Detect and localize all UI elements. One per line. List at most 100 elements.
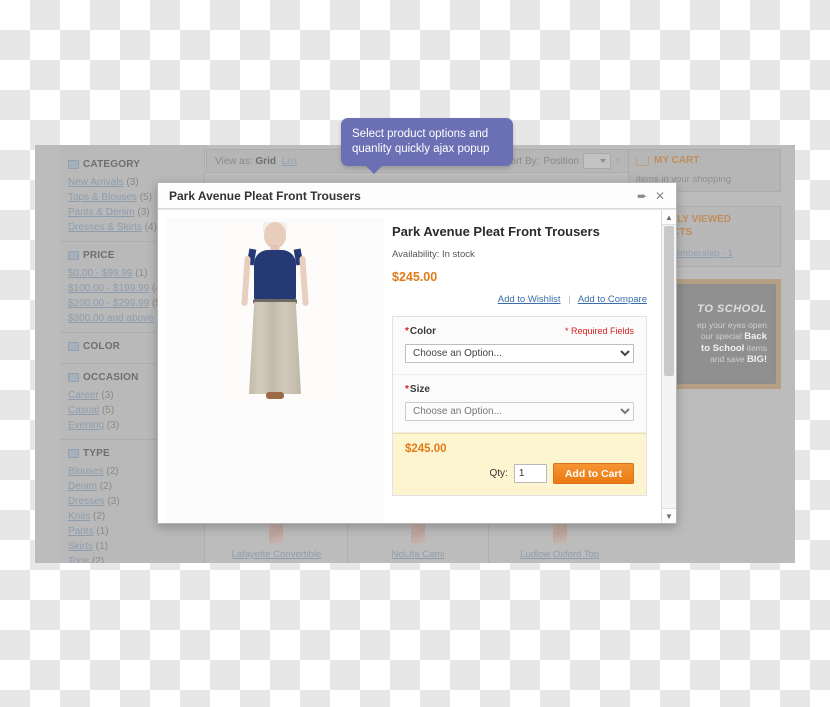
banner-line-1: ep your eyes open: [697, 319, 767, 330]
sort-by-control: Sort By: Position ↑: [504, 153, 621, 169]
size-label: *Size: [405, 384, 430, 395]
color-select[interactable]: Choose an Option...: [405, 344, 634, 363]
filter-option[interactable]: Skirts (1): [68, 539, 196, 554]
filter-option[interactable]: Pants (1): [68, 524, 196, 539]
filter-link[interactable]: Blouses: [68, 466, 104, 477]
banner-content: TO SCHOOL ep your eyes open our special …: [669, 287, 773, 381]
add-to-cart-bar: $245.00 Qty: Add to Cart: [393, 433, 646, 495]
filter-count: (3): [107, 496, 120, 507]
filter-title: TYPE: [83, 448, 110, 459]
filter-block-icon: [68, 373, 79, 382]
filter-link[interactable]: Career: [68, 390, 99, 401]
back-to-school-banner[interactable]: TO SCHOOL ep your eyes open our special …: [661, 279, 781, 389]
add-to-cart-button[interactable]: Add to Cart: [552, 463, 634, 484]
filter-count: (3): [126, 177, 139, 188]
model-arm-right: [299, 255, 309, 307]
product-options-box: *Color * Required Fields Choose an Optio…: [392, 316, 647, 496]
modal-scrollbar[interactable]: ▲ ▼: [661, 210, 676, 523]
option-row-size: *Size Choose an Option...: [393, 375, 646, 433]
product-name[interactable]: Ludlow Oxford Top: [520, 549, 599, 560]
filter-link[interactable]: Dresses & Skirts: [68, 222, 142, 233]
color-label-text: Color: [409, 326, 437, 337]
modal-titlebar[interactable]: Park Avenue Pleat Front Trousers ➨ ✕: [158, 183, 676, 209]
size-select[interactable]: Choose an Option...: [405, 402, 634, 421]
filter-title: PRICE: [83, 250, 115, 261]
modal-title: Park Avenue Pleat Front Trousers: [169, 188, 361, 203]
sort-direction-icon[interactable]: ↑: [615, 155, 621, 167]
banner-headline: TO SCHOOL: [697, 302, 767, 315]
model-trousers: [249, 302, 301, 394]
filter-block-icon: [68, 449, 79, 458]
model-tank-top: [254, 250, 296, 302]
option-row-color: *Color * Required Fields Choose an Optio…: [393, 317, 646, 375]
product-name[interactable]: Lafayette Convertible: [231, 549, 321, 560]
product-availability: Availability: In stock: [392, 249, 475, 260]
filter-count: (5): [101, 405, 115, 416]
model-arm-left: [241, 255, 251, 307]
filter-title: CATEGORY: [83, 159, 141, 170]
scrollbar-track[interactable]: [662, 225, 676, 508]
filter-link[interactable]: $100.00 - $199.99: [68, 283, 149, 294]
close-icon[interactable]: ✕: [652, 188, 668, 204]
filter-count: (4): [144, 222, 157, 233]
filter-link[interactable]: Evening: [68, 420, 104, 431]
filter-link[interactable]: Skirts: [68, 541, 93, 552]
filter-link[interactable]: Casual: [68, 405, 99, 416]
filter-count: (3): [101, 390, 114, 401]
banner-line-3-post: items: [744, 342, 767, 353]
filter-link[interactable]: New Arrivals: [68, 177, 124, 188]
modal-scroll-area: Park Avenue Pleat Front Trousers Availab…: [158, 210, 661, 523]
move-arrow-icon[interactable]: ➨: [634, 188, 650, 204]
filter-block-icon: [68, 342, 79, 351]
product-options-modal: Park Avenue Pleat Front Trousers ➨ ✕ Par…: [157, 182, 677, 524]
chevron-down-icon[interactable]: ▼: [662, 508, 676, 523]
filter-title: OCCASION: [83, 372, 139, 383]
option-header: *Color * Required Fields: [405, 326, 634, 337]
option-header: *Size: [405, 384, 634, 395]
required-star: *: [405, 326, 409, 337]
banner-line-4: and save BIG!: [697, 354, 767, 366]
product-name[interactable]: NoLIta Cami: [392, 549, 445, 560]
filter-link[interactable]: $300.00 and above: [68, 313, 154, 324]
feature-tooltip: Select product options and quanlity quic…: [341, 118, 513, 174]
add-to-compare-link[interactable]: Add to Compare: [578, 294, 647, 305]
banner-line-3-bold: to School: [701, 342, 745, 354]
banner-text: ep your eyes open our special Back to Sc…: [697, 320, 767, 366]
filter-link[interactable]: Dresses: [68, 496, 105, 507]
add-to-wishlist-link[interactable]: Add to Wishlist: [498, 294, 561, 305]
view-as-list[interactable]: List: [282, 156, 298, 167]
filter-count: (3): [137, 207, 150, 218]
product-action-links: Add to Wishlist | Add to Compare: [392, 294, 647, 312]
product-price: $245.00: [392, 270, 438, 284]
filter-count: (2): [91, 556, 105, 563]
filter-count: (2): [99, 481, 112, 492]
filter-title: COLOR: [83, 341, 121, 352]
filter-option[interactable]: Tops (2): [68, 554, 196, 563]
product-image[interactable]: [214, 222, 336, 402]
shopping-cart-icon: [636, 155, 649, 166]
filter-link[interactable]: $200.00 - $299.99: [68, 298, 149, 309]
sort-by-dropdown[interactable]: [583, 153, 611, 169]
filter-link[interactable]: Tops: [68, 556, 89, 563]
filter-link[interactable]: Knits: [68, 511, 90, 522]
banner-line-2: our special Back: [697, 331, 767, 343]
filter-link[interactable]: Pants & Denim: [68, 207, 135, 218]
chevron-up-icon[interactable]: ▲: [662, 210, 676, 225]
filter-link[interactable]: Denim: [68, 481, 97, 492]
filter-link[interactable]: $0.00 - $99.99: [68, 268, 133, 279]
banner-line-4-pre: and save: [710, 354, 747, 364]
product-title: Park Avenue Pleat Front Trousers: [392, 224, 600, 239]
cart-bar-controls: Qty: Add to Cart: [405, 463, 634, 484]
link-separator: |: [568, 294, 571, 305]
model-shoes: [266, 392, 284, 399]
filter-count: (5): [139, 192, 152, 203]
qty-label: Qty:: [489, 468, 508, 479]
filter-count: (3): [106, 420, 120, 431]
view-as-grid[interactable]: Grid: [255, 156, 276, 167]
scrollbar-thumb[interactable]: [664, 226, 674, 376]
filter-link[interactable]: Tops & Blouses: [68, 192, 137, 203]
filter-block-icon: [68, 160, 79, 169]
qty-input[interactable]: [513, 464, 547, 483]
filter-link[interactable]: Pants: [68, 526, 94, 537]
filter-count: (2): [93, 511, 106, 522]
